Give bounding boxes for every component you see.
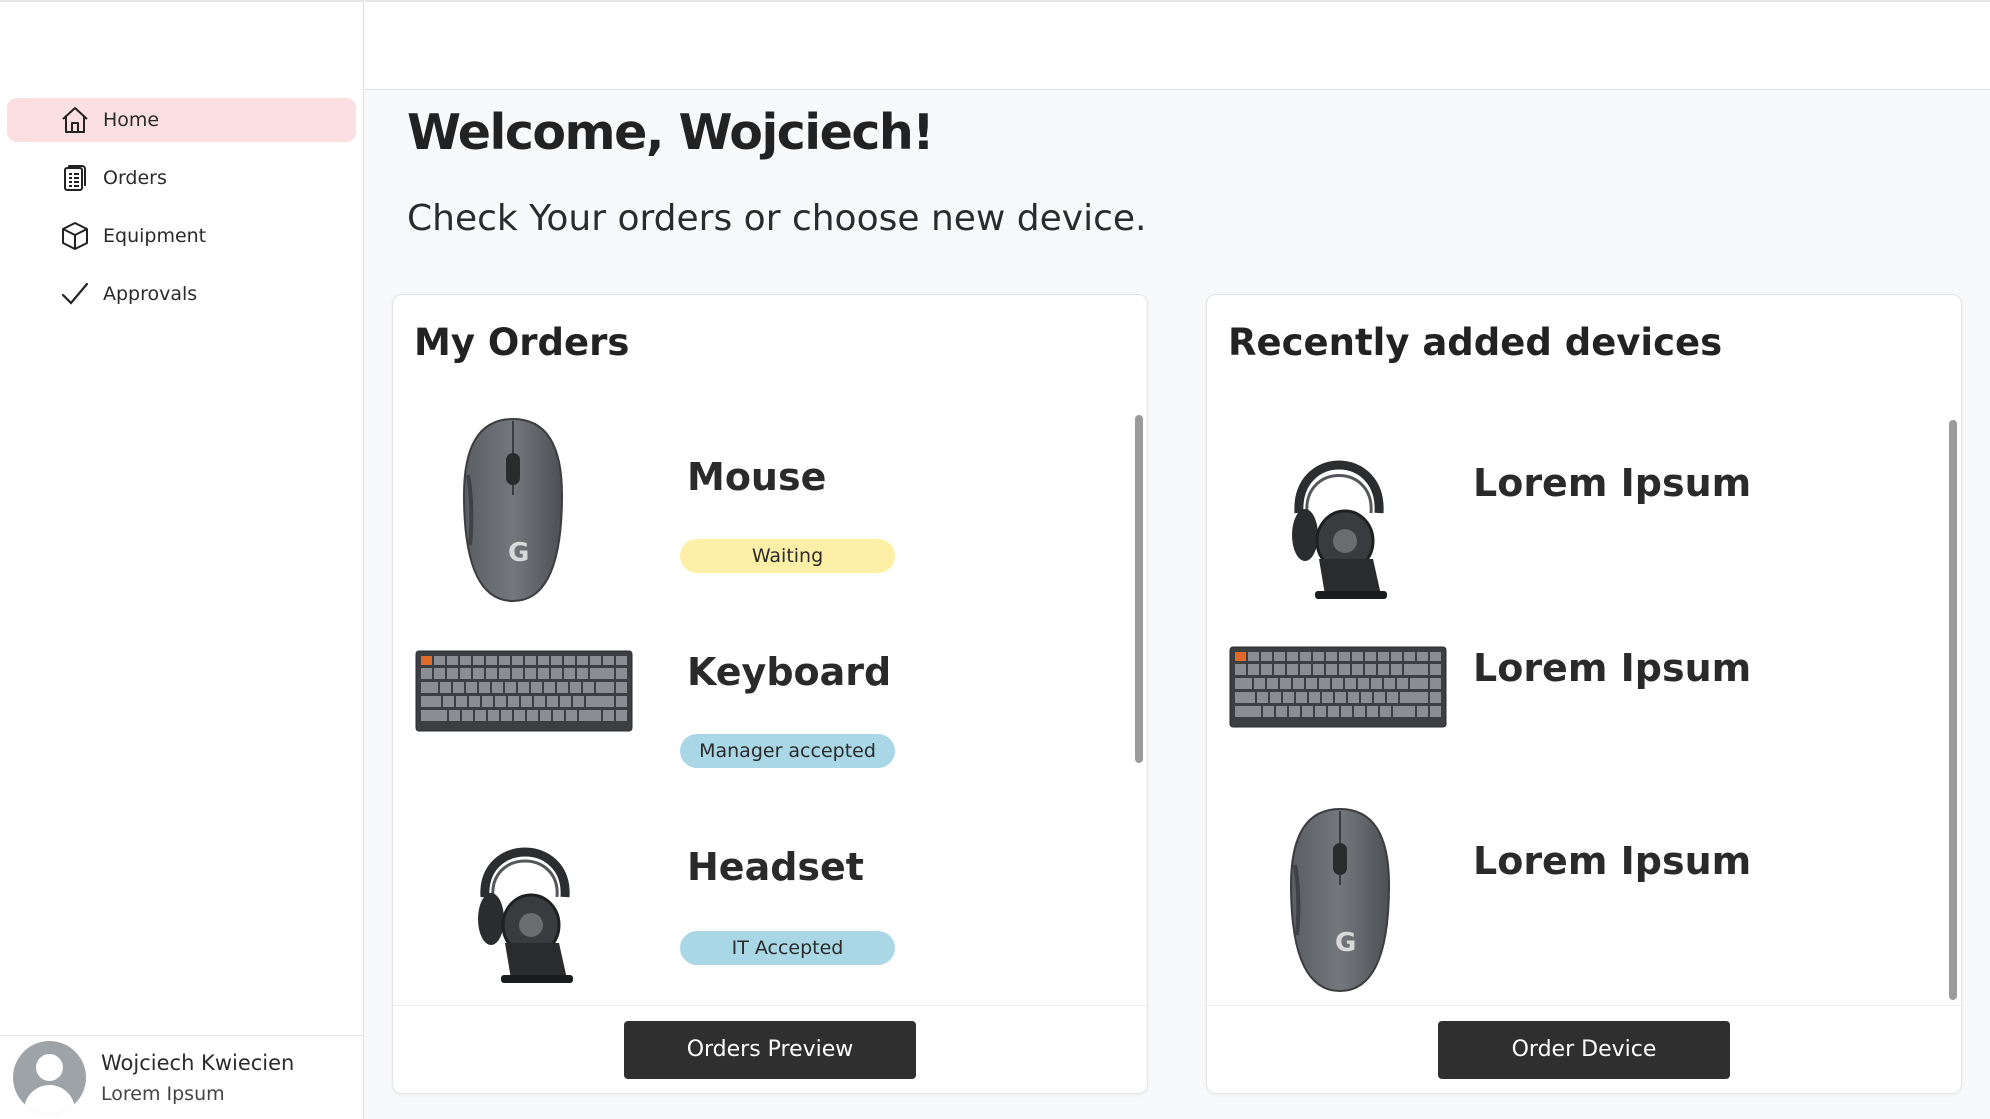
sidebar-item-equipment[interactable]: Equipment — [7, 214, 356, 258]
my-orders-card: My Orders G Mouse Waiting Keyboard Manag… — [392, 294, 1148, 1094]
user-info: Wojciech Kwiecien Lorem Ipsum — [101, 1051, 294, 1105]
sidebar-item-label: Approvals — [103, 283, 198, 305]
recent-devices-card: Recently added devices Lorem Ipsum Lorem… — [1206, 294, 1962, 1094]
mouse-image: G — [1285, 805, 1395, 995]
page-subtitle: Check Your orders or choose new device. — [407, 198, 1147, 239]
order-item-name: Keyboard — [687, 650, 892, 694]
svg-text:G: G — [508, 538, 529, 568]
order-device-button[interactable]: Order Device — [1438, 1020, 1730, 1079]
clipboard-icon — [59, 162, 91, 194]
device-item-name: Lorem Ipsum — [1473, 461, 1752, 505]
order-list-item[interactable]: G Mouse Waiting — [393, 405, 1147, 603]
my-orders-title: My Orders — [414, 321, 630, 364]
page-title: Welcome, Wojciech! — [407, 104, 935, 161]
recent-devices-title: Recently added devices — [1228, 321, 1723, 364]
user-profile[interactable]: Wojciech Kwiecien Lorem Ipsum — [0, 1035, 364, 1119]
sidebar-nav: Home Orders Equipment Approvals — [0, 91, 363, 316]
cube-icon — [59, 220, 91, 252]
headset-image — [455, 807, 595, 987]
orders-preview-button[interactable]: Orders Preview — [624, 1020, 916, 1079]
device-list-item[interactable]: G Lorem Ipsum — [1207, 797, 1961, 993]
status-badge: Manager accepted — [680, 734, 895, 768]
sidebar-item-home[interactable]: Home — [7, 98, 356, 142]
sidebar: Home Orders Equipment Approvals Wojciech… — [0, 0, 364, 1119]
my-orders-footer: Orders Preview — [393, 1005, 1147, 1093]
app-root: Home Orders Equipment Approvals Wojciech… — [0, 0, 1990, 1119]
sidebar-item-label: Home — [103, 109, 160, 131]
home-icon — [59, 104, 91, 136]
order-item-name: Headset — [687, 845, 864, 889]
user-name: Wojciech Kwiecien — [101, 1050, 295, 1075]
recent-devices-footer: Order Device — [1207, 1005, 1961, 1093]
sidebar-item-label: Equipment — [103, 225, 207, 247]
sidebar-item-orders[interactable]: Orders — [7, 156, 356, 200]
checkmark-icon — [59, 278, 91, 310]
order-list-item[interactable]: Keyboard Manager accepted — [393, 600, 1147, 790]
top-bar — [365, 0, 1990, 90]
device-item-name: Lorem Ipsum — [1473, 839, 1752, 883]
status-badge: Waiting — [680, 539, 895, 573]
avatar-icon — [13, 1041, 86, 1114]
user-role: Lorem Ipsum — [101, 1082, 225, 1105]
device-list-item[interactable]: Lorem Ipsum — [1207, 415, 1961, 605]
main-content: Welcome, Wojciech! Check Your orders or … — [365, 90, 1990, 1119]
keyboard-svg — [415, 650, 633, 732]
device-item-name: Lorem Ipsum — [1473, 646, 1752, 690]
order-item-name: Mouse — [687, 455, 827, 499]
keyboard-image — [1229, 646, 1447, 728]
headset-image — [1269, 419, 1409, 605]
sidebar-item-approvals[interactable]: Approvals — [7, 272, 356, 316]
mouse-image: G — [458, 415, 568, 605]
status-badge: IT Accepted — [680, 931, 895, 965]
device-list-item[interactable]: Lorem Ipsum — [1207, 600, 1961, 790]
keyboard-image — [415, 650, 633, 732]
order-list-item[interactable]: Headset IT Accepted — [393, 797, 1147, 987]
sidebar-brand-area — [0, 2, 363, 91]
svg-text:G: G — [1335, 928, 1356, 958]
sidebar-item-label: Orders — [103, 167, 167, 189]
